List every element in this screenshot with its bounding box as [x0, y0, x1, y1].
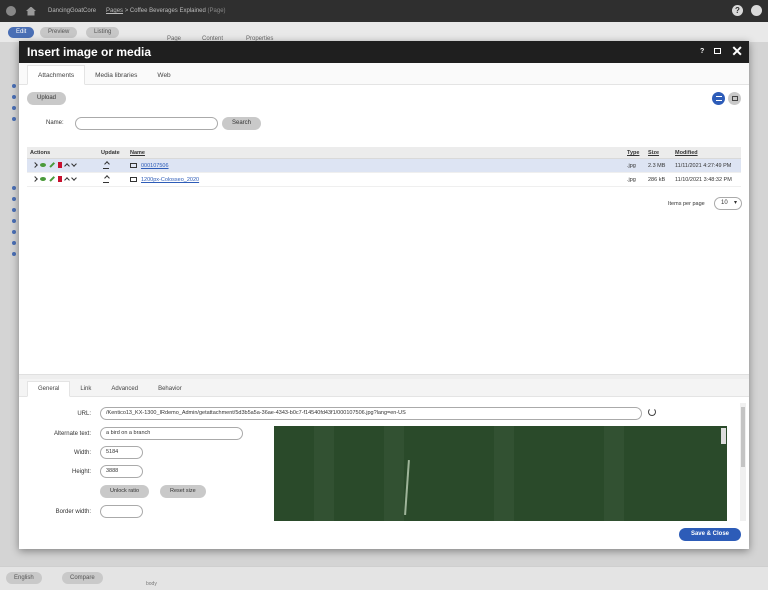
- table-header: Actions Update Name Type Size Modified: [27, 147, 741, 159]
- properties-panel: General Link Advanced Behavior URL: /Ken…: [19, 374, 749, 526]
- branch-shape: [404, 459, 410, 516]
- expand-icon[interactable]: [32, 162, 38, 168]
- view-icon[interactable]: [40, 177, 46, 181]
- height-label: Height:: [71, 469, 91, 475]
- file-type: .jpg: [627, 177, 636, 183]
- header-actions: Actions: [30, 150, 51, 156]
- border-width-field[interactable]: [100, 505, 143, 518]
- site-selector[interactable]: DancingGoatCore: [48, 8, 96, 14]
- breadcrumb-type: (Page): [207, 8, 226, 14]
- width-label: Width:: [73, 450, 91, 456]
- row-actions: [32, 161, 77, 169]
- row-actions: [32, 175, 77, 183]
- tab-media-libraries[interactable]: Media libraries: [85, 66, 147, 84]
- edit-mode-button[interactable]: Edit: [8, 27, 35, 38]
- dialog-help-icon[interactable]: ?: [700, 48, 704, 55]
- refresh-icon[interactable]: [648, 408, 656, 416]
- preview-mode-button[interactable]: Preview: [40, 27, 78, 38]
- items-per-page-label: Items per page: [668, 201, 705, 207]
- preview-scrollbar[interactable]: [721, 428, 726, 444]
- alt-text-field[interactable]: a bird on a branch: [100, 427, 243, 440]
- image-file-icon: [130, 177, 137, 182]
- dialog-title: Insert image or media: [27, 45, 152, 59]
- move-down-icon[interactable]: [71, 161, 77, 167]
- width-field[interactable]: 5184: [100, 446, 143, 459]
- attachments-table: Actions Update Name Type Size Modified 0…: [27, 147, 741, 187]
- home-icon[interactable]: [26, 6, 36, 16]
- maximize-icon[interactable]: [714, 48, 722, 54]
- body-label: body: [146, 581, 157, 587]
- insert-media-dialog: Insert image or media ? ✕ Attachments Me…: [19, 41, 749, 549]
- help-icon[interactable]: ?: [732, 5, 743, 16]
- compare-button[interactable]: Compare: [62, 572, 103, 584]
- update-upload-icon[interactable]: [103, 162, 109, 169]
- edit-icon[interactable]: [49, 176, 55, 182]
- url-label: URL:: [77, 411, 91, 417]
- tab-attachments[interactable]: Attachments: [27, 65, 86, 85]
- table-row[interactable]: 1200px-Colosseo_2020 .jpg 286 kB 11/10/2…: [27, 173, 741, 187]
- tab-general[interactable]: General: [27, 381, 71, 397]
- app-menu-icon[interactable]: [6, 6, 16, 16]
- page-mode-bar: Edit Preview Listing Page Content Proper…: [0, 22, 768, 42]
- expand-icon[interactable]: [32, 176, 38, 182]
- content-tree-dots: [12, 84, 16, 128]
- file-modified: 11/10/2021 3:48:32 PM: [675, 177, 732, 183]
- panel-scrollbar[interactable]: [740, 403, 746, 521]
- file-size: 2.3 MB: [648, 163, 666, 169]
- image-preview: [274, 426, 727, 521]
- border-width-label: Border width:: [55, 509, 91, 515]
- file-modified: 11/11/2021 4:27:49 PM: [675, 163, 732, 169]
- source-tabs: Attachments Media libraries Web: [19, 63, 749, 85]
- update-upload-icon[interactable]: [103, 176, 109, 183]
- items-per-page-select[interactable]: 10: [714, 197, 742, 210]
- unlock-ratio-button[interactable]: Unlock ratio: [100, 485, 150, 498]
- thumbnail-view-icon[interactable]: [728, 92, 741, 105]
- header-update: Update: [101, 150, 120, 156]
- breadcrumb-pages-link[interactable]: Pages: [106, 8, 123, 14]
- top-app-bar: DancingGoatCore Pages > Coffee Beverages…: [0, 0, 768, 22]
- move-down-icon[interactable]: [71, 175, 77, 181]
- file-name-link[interactable]: 000107506: [141, 163, 169, 169]
- properties-tabs: General Link Advanced Behavior: [19, 379, 749, 397]
- content-tree-dots-2: [12, 186, 16, 263]
- file-name-link[interactable]: 1200px-Colosseo_2020: [141, 177, 199, 183]
- move-up-icon[interactable]: [64, 177, 70, 183]
- header-name[interactable]: Name: [130, 150, 145, 156]
- view-icon[interactable]: [40, 163, 46, 167]
- tab-link[interactable]: Link: [70, 382, 101, 396]
- bottom-bar: English Compare body: [0, 566, 768, 590]
- tab-advanced[interactable]: Advanced: [101, 382, 148, 396]
- header-size[interactable]: Size: [648, 150, 659, 156]
- delete-icon[interactable]: [58, 162, 62, 168]
- listing-mode-button[interactable]: Listing: [86, 27, 120, 38]
- header-type[interactable]: Type: [627, 150, 639, 156]
- name-filter-label: Name:: [46, 120, 64, 126]
- dialog-header: Insert image or media ? ✕: [19, 41, 749, 63]
- view-toggle: [712, 92, 741, 105]
- breadcrumb: Pages > Coffee Beverages Explained (Page…: [106, 8, 226, 14]
- tab-web[interactable]: Web: [147, 66, 180, 84]
- move-up-icon[interactable]: [64, 163, 70, 169]
- breadcrumb-current: Coffee Beverages Explained: [129, 8, 206, 14]
- language-selector[interactable]: English: [6, 572, 42, 584]
- close-icon[interactable]: ✕: [731, 44, 743, 58]
- height-field[interactable]: 3888: [100, 465, 143, 478]
- table-row[interactable]: 000107506 .jpg 2.3 MB 11/11/2021 4:27:49…: [27, 159, 741, 173]
- file-type: .jpg: [627, 163, 636, 169]
- save-close-button[interactable]: Save & Close: [678, 528, 741, 541]
- name-filter-input[interactable]: [75, 117, 218, 130]
- search-button[interactable]: Search: [222, 117, 262, 130]
- delete-icon[interactable]: [58, 176, 62, 182]
- image-file-icon: [130, 163, 137, 168]
- alt-text-label: Alternate text:: [53, 431, 91, 437]
- list-view-icon[interactable]: [712, 92, 725, 105]
- tab-behavior[interactable]: Behavior: [148, 382, 192, 396]
- user-icon[interactable]: [751, 5, 762, 16]
- reset-size-button[interactable]: Reset size: [160, 485, 206, 498]
- url-field[interactable]: /Kentico13_KX-1300_IRdemo_Admin/getattac…: [100, 407, 642, 420]
- upload-button[interactable]: Upload: [27, 92, 67, 105]
- file-size: 286 kB: [648, 177, 666, 183]
- header-modified[interactable]: Modified: [675, 150, 698, 156]
- edit-icon[interactable]: [49, 162, 55, 168]
